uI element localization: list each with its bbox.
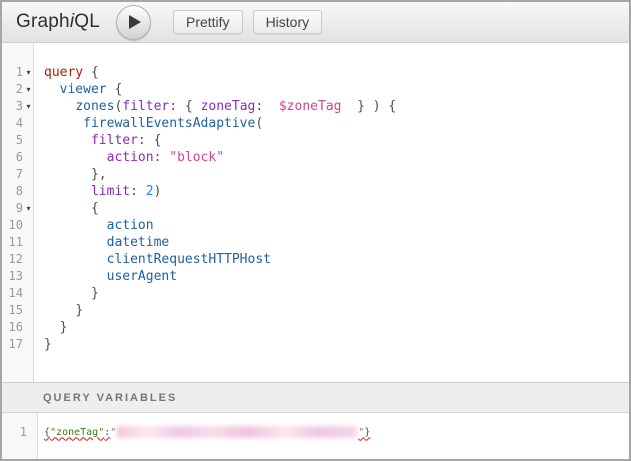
gutter-cell: 5 (2, 132, 34, 149)
code-text: }, (34, 166, 107, 183)
line-number: 8 (2, 183, 23, 200)
redacted-value-blur (117, 426, 357, 438)
code-text: firewallEventsAdaptive( (34, 115, 263, 132)
line-number: 14 (2, 285, 23, 302)
code-text: clientRequestHTTPHost (34, 251, 271, 268)
gutter-cell: 11 (2, 234, 34, 251)
code-line[interactable]: 13 userAgent (2, 268, 629, 285)
code-text: } (34, 336, 52, 353)
logo-text-graph: Graph (16, 11, 70, 32)
prettify-button[interactable]: Prettify (173, 10, 243, 34)
line-number: 10 (2, 217, 23, 234)
code-line[interactable]: 2▾ viewer { (2, 81, 629, 98)
fold-arrow-icon[interactable]: ▾ (23, 64, 34, 81)
gutter-cell: 9▾ (2, 200, 34, 217)
gutter-cell: 4 (2, 115, 34, 132)
gutter-cell: 7 (2, 166, 34, 183)
code-line[interactable]: 9▾ { (2, 200, 629, 217)
play-icon (129, 15, 141, 29)
line-number: 16 (2, 319, 23, 336)
variables-token: } (364, 426, 370, 439)
code-text: } (34, 302, 83, 319)
graphiql-logo: GraphiQL (16, 11, 100, 33)
execute-button[interactable] (116, 5, 151, 40)
code-line[interactable]: 12 clientRequestHTTPHost (2, 251, 629, 268)
code-line[interactable]: 10 action (2, 217, 629, 234)
gutter-cell: 14 (2, 285, 34, 302)
code-text: action: "block" (34, 149, 224, 166)
line-number: 4 (2, 115, 23, 132)
gutter-cell: 15 (2, 302, 34, 319)
variables-header[interactable]: QUERY VARIABLES (2, 382, 629, 413)
line-number: 1 (2, 64, 23, 81)
code-text: action (34, 217, 154, 234)
code-line[interactable]: 7 }, (2, 166, 629, 183)
code-line[interactable]: 8 limit: 2) (2, 183, 629, 200)
variables-token: "zoneTag" (50, 426, 104, 439)
line-number: 17 (2, 336, 23, 353)
code-line[interactable]: 17} (2, 336, 629, 353)
fold-arrow-icon[interactable]: ▾ (23, 98, 34, 115)
code-text: } (34, 319, 67, 336)
code-line[interactable]: 11 datetime (2, 234, 629, 251)
line-number: 3 (2, 98, 23, 115)
line-number: 12 (2, 251, 23, 268)
variables-title: QUERY VARIABLES (43, 392, 177, 404)
code-line[interactable]: 1▾query { (2, 64, 629, 81)
gutter-cell: 16 (2, 319, 34, 336)
code-text: filter: { (34, 132, 161, 149)
line-number: 5 (2, 132, 23, 149)
code-text: } (34, 285, 99, 302)
line-number: 1 (2, 426, 27, 439)
code-line[interactable]: 6 action: "block" (2, 149, 629, 166)
history-button[interactable]: History (253, 10, 323, 34)
line-number: 11 (2, 234, 23, 251)
line-number: 7 (2, 166, 23, 183)
line-number: 6 (2, 149, 23, 166)
code-text: viewer { (34, 81, 122, 98)
query-editor[interactable]: 1▾query {2▾ viewer {3▾ zones(filter: { z… (2, 43, 629, 382)
variables-token: " (110, 426, 116, 439)
gutter-cell: 17 (2, 336, 34, 353)
gutter-cell: 3▾ (2, 98, 34, 115)
line-number: 13 (2, 268, 23, 285)
toolbar: GraphiQL Prettify History (2, 2, 629, 43)
variables-line[interactable]: 1 {"zoneTag":""} (2, 413, 629, 432)
gutter-cell: 12 (2, 251, 34, 268)
gutter-cell: 1▾ (2, 64, 34, 81)
code-text: zones(filter: { zoneTag: $zoneTag } ) { (34, 98, 396, 115)
query-code-lines: 1▾query {2▾ viewer {3▾ zones(filter: { z… (2, 43, 629, 353)
code-line[interactable]: 3▾ zones(filter: { zoneTag: $zoneTag } )… (2, 98, 629, 115)
code-text: limit: 2) (34, 183, 161, 200)
code-line[interactable]: 4 firewallEventsAdaptive( (2, 115, 629, 132)
gutter-cell: 13 (2, 268, 34, 285)
fold-arrow-icon[interactable]: ▾ (23, 81, 34, 98)
gutter-cell: 2▾ (2, 81, 34, 98)
code-text: userAgent (34, 268, 177, 285)
code-line[interactable]: 15 } (2, 302, 629, 319)
gutter-cell: 10 (2, 217, 34, 234)
line-number: 9 (2, 200, 23, 217)
line-number: 15 (2, 302, 23, 319)
code-line[interactable]: 16 } (2, 319, 629, 336)
graphiql-window: GraphiQL Prettify History 1▾query {2▾ vi… (0, 0, 631, 461)
code-line[interactable]: 5 filter: { (2, 132, 629, 149)
code-text: { (34, 200, 99, 217)
code-text: query { (34, 64, 99, 81)
code-line[interactable]: 14 } (2, 285, 629, 302)
line-number: 2 (2, 81, 23, 98)
gutter-cell: 8 (2, 183, 34, 200)
gutter-cell: 6 (2, 149, 34, 166)
logo-text-ql: QL (74, 11, 100, 32)
variables-editor[interactable]: 1 {"zoneTag":""} (2, 413, 629, 459)
fold-arrow-icon[interactable]: ▾ (23, 200, 34, 217)
code-text: datetime (34, 234, 169, 251)
